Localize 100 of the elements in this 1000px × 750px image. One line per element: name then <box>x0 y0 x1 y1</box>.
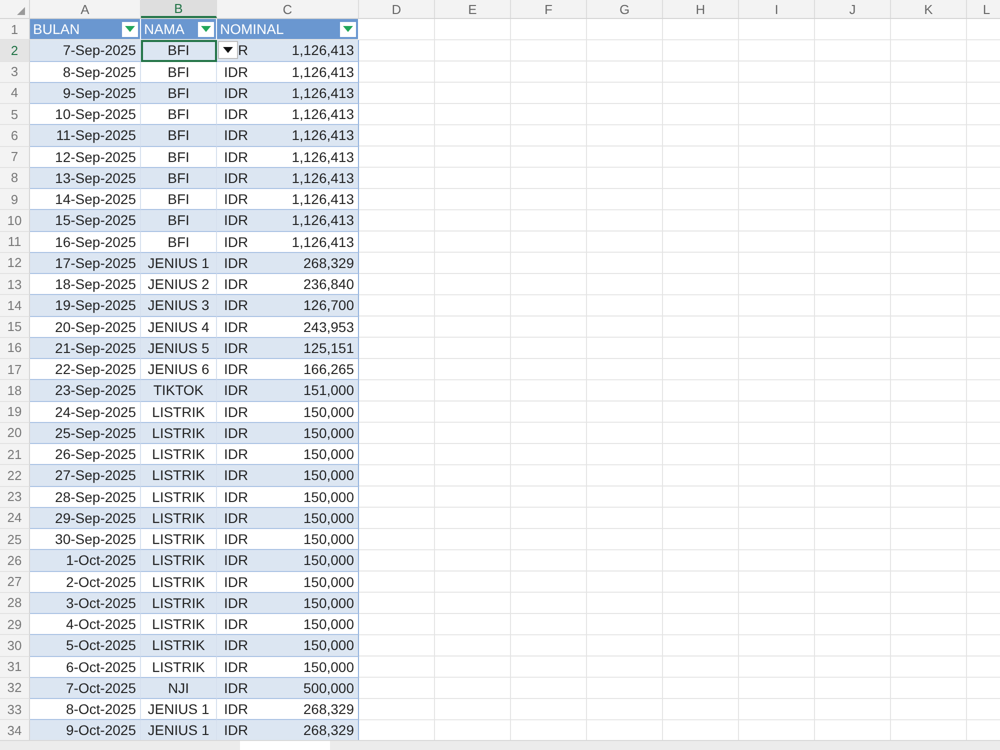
table-cell: IDR <box>224 574 248 590</box>
table-cell: JENIUS 3 <box>148 297 210 314</box>
table-cell: 1,126,413 <box>292 191 354 208</box>
table-cell: IDR <box>224 84 248 101</box>
filter-dropdown-icon[interactable] <box>198 22 214 37</box>
table-cell: LISTRIK <box>152 404 205 420</box>
table-cell: JENIUS 2 <box>148 276 210 292</box>
table-cell: JENIUS 6 <box>148 361 210 378</box>
table-cell: IDR <box>224 680 248 696</box>
table-cell: 268,329 <box>303 701 354 718</box>
table-cell: 125,151 <box>303 340 354 356</box>
table-cell: BFI <box>168 234 190 250</box>
column-header[interactable]: H <box>696 2 706 16</box>
table-cell: 150,000 <box>303 658 354 675</box>
select-all-icon[interactable] <box>17 7 25 15</box>
column-header[interactable]: F <box>544 2 552 16</box>
table-cell: IDR <box>224 488 248 505</box>
table-cell: IDR <box>224 234 248 250</box>
column-header[interactable]: D <box>392 2 402 16</box>
table-cell: IDR <box>224 276 248 292</box>
table-cell: IDR <box>224 594 248 611</box>
row-number[interactable]: 3 <box>10 64 18 80</box>
table-cell: 150,000 <box>303 574 354 590</box>
table-cell: IDR <box>224 64 248 80</box>
table-cell: 11-Sep-2025 <box>56 127 136 144</box>
column-header[interactable]: K <box>924 2 933 16</box>
table-cell: 16-Sep-2025 <box>55 234 136 250</box>
table-cell: 12-Sep-2025 <box>55 148 136 165</box>
row-number[interactable]: 6 <box>10 128 18 143</box>
table-cell: JENIUS 1 <box>148 722 210 738</box>
table-cell: LISTRIK <box>152 574 205 590</box>
table-cell: LISTRIK <box>152 488 205 505</box>
table-cell: IDR <box>224 106 248 122</box>
table-cell: 27-Sep-2025 <box>55 467 136 484</box>
table-cell: 166,265 <box>303 361 354 378</box>
column-header[interactable]: L <box>982 2 990 16</box>
table-cell: BFI <box>168 170 190 186</box>
table-cell: 9-Sep-2025 <box>62 84 136 101</box>
table-cell: 8-Sep-2025 <box>62 64 136 80</box>
table-cell: 150,000 <box>303 637 354 654</box>
table-cell: 236,840 <box>303 276 354 292</box>
table-cell: LISTRIK <box>152 594 205 611</box>
column-header[interactable]: J <box>849 2 856 16</box>
table-cell: 150,000 <box>303 531 354 548</box>
column-header[interactable]: A <box>80 2 90 16</box>
table-cell: 150,000 <box>303 404 354 420</box>
table-cell: 268,329 <box>303 722 354 738</box>
table-cell: 1-Oct-2025 <box>66 552 136 568</box>
table-cell: IDR <box>224 552 248 568</box>
column-header[interactable]: B <box>174 0 183 16</box>
table-cell: JENIUS 1 <box>148 701 210 718</box>
table-header-cell: NAMA <box>141 19 217 40</box>
table-cell: 1,126,413 <box>292 64 354 80</box>
table-cell: BFI <box>168 42 190 58</box>
column-header[interactable]: I <box>774 2 778 16</box>
column-header[interactable]: C <box>282 2 292 16</box>
table-cell: LISTRIK <box>152 446 205 462</box>
table-cell: 7-Oct-2025 <box>66 680 136 696</box>
table-cell: JENIUS 5 <box>148 340 210 356</box>
table-cell: TIKTOK <box>153 382 204 398</box>
table-cell: 150,000 <box>303 594 354 611</box>
table-cell: 1,126,413 <box>292 170 354 186</box>
table-cell: 1,126,413 <box>292 148 354 165</box>
table-cell: IDR <box>224 212 248 228</box>
table-cell: 5-Oct-2025 <box>66 637 136 654</box>
table-cell: IDR <box>224 446 248 462</box>
table-header-cell: BULAN <box>30 19 141 40</box>
row-number[interactable]: 9 <box>10 192 18 207</box>
row-number[interactable]: 4 <box>10 85 18 100</box>
table-cell: 8-Oct-2025 <box>66 701 136 718</box>
filter-dropdown-icon[interactable] <box>122 22 138 37</box>
table-cell: 10-Sep-2025 <box>55 106 136 122</box>
row-number[interactable]: 1 <box>10 22 18 37</box>
column-header[interactable]: G <box>619 2 630 16</box>
dropdown-button[interactable] <box>218 41 238 60</box>
table-cell: 151,000 <box>303 382 354 398</box>
row-number[interactable]: 5 <box>10 106 18 122</box>
row-number[interactable]: 8 <box>10 170 18 186</box>
caret-icon <box>223 47 233 54</box>
table-cell: IDR <box>224 467 248 484</box>
table-cell: 23-Sep-2025 <box>55 382 136 398</box>
table-cell: IDR <box>224 637 248 654</box>
column-header[interactable]: E <box>468 2 477 16</box>
table-cell: IDR <box>224 510 248 526</box>
table-cell: IDR <box>224 361 248 378</box>
table-cell: 20-Sep-2025 <box>55 318 136 335</box>
table-cell: LISTRIK <box>152 616 205 632</box>
table-cell: 9-Oct-2025 <box>66 722 136 738</box>
table-cell: IDR <box>224 616 248 632</box>
row-number[interactable]: 7 <box>10 149 18 164</box>
table-header-cell: NOMINAL <box>217 19 359 40</box>
table-cell: BFI <box>168 212 190 228</box>
row-number[interactable]: 2 <box>10 42 18 58</box>
table-cell: BFI <box>168 191 190 208</box>
filter-dropdown-icon[interactable] <box>340 22 356 37</box>
table-cell: 150,000 <box>303 467 354 484</box>
table-cell: IDR <box>224 658 248 675</box>
table-cell: 150,000 <box>303 424 354 441</box>
table-cell: 1,126,413 <box>292 212 354 228</box>
table-cell: BFI <box>168 64 190 80</box>
